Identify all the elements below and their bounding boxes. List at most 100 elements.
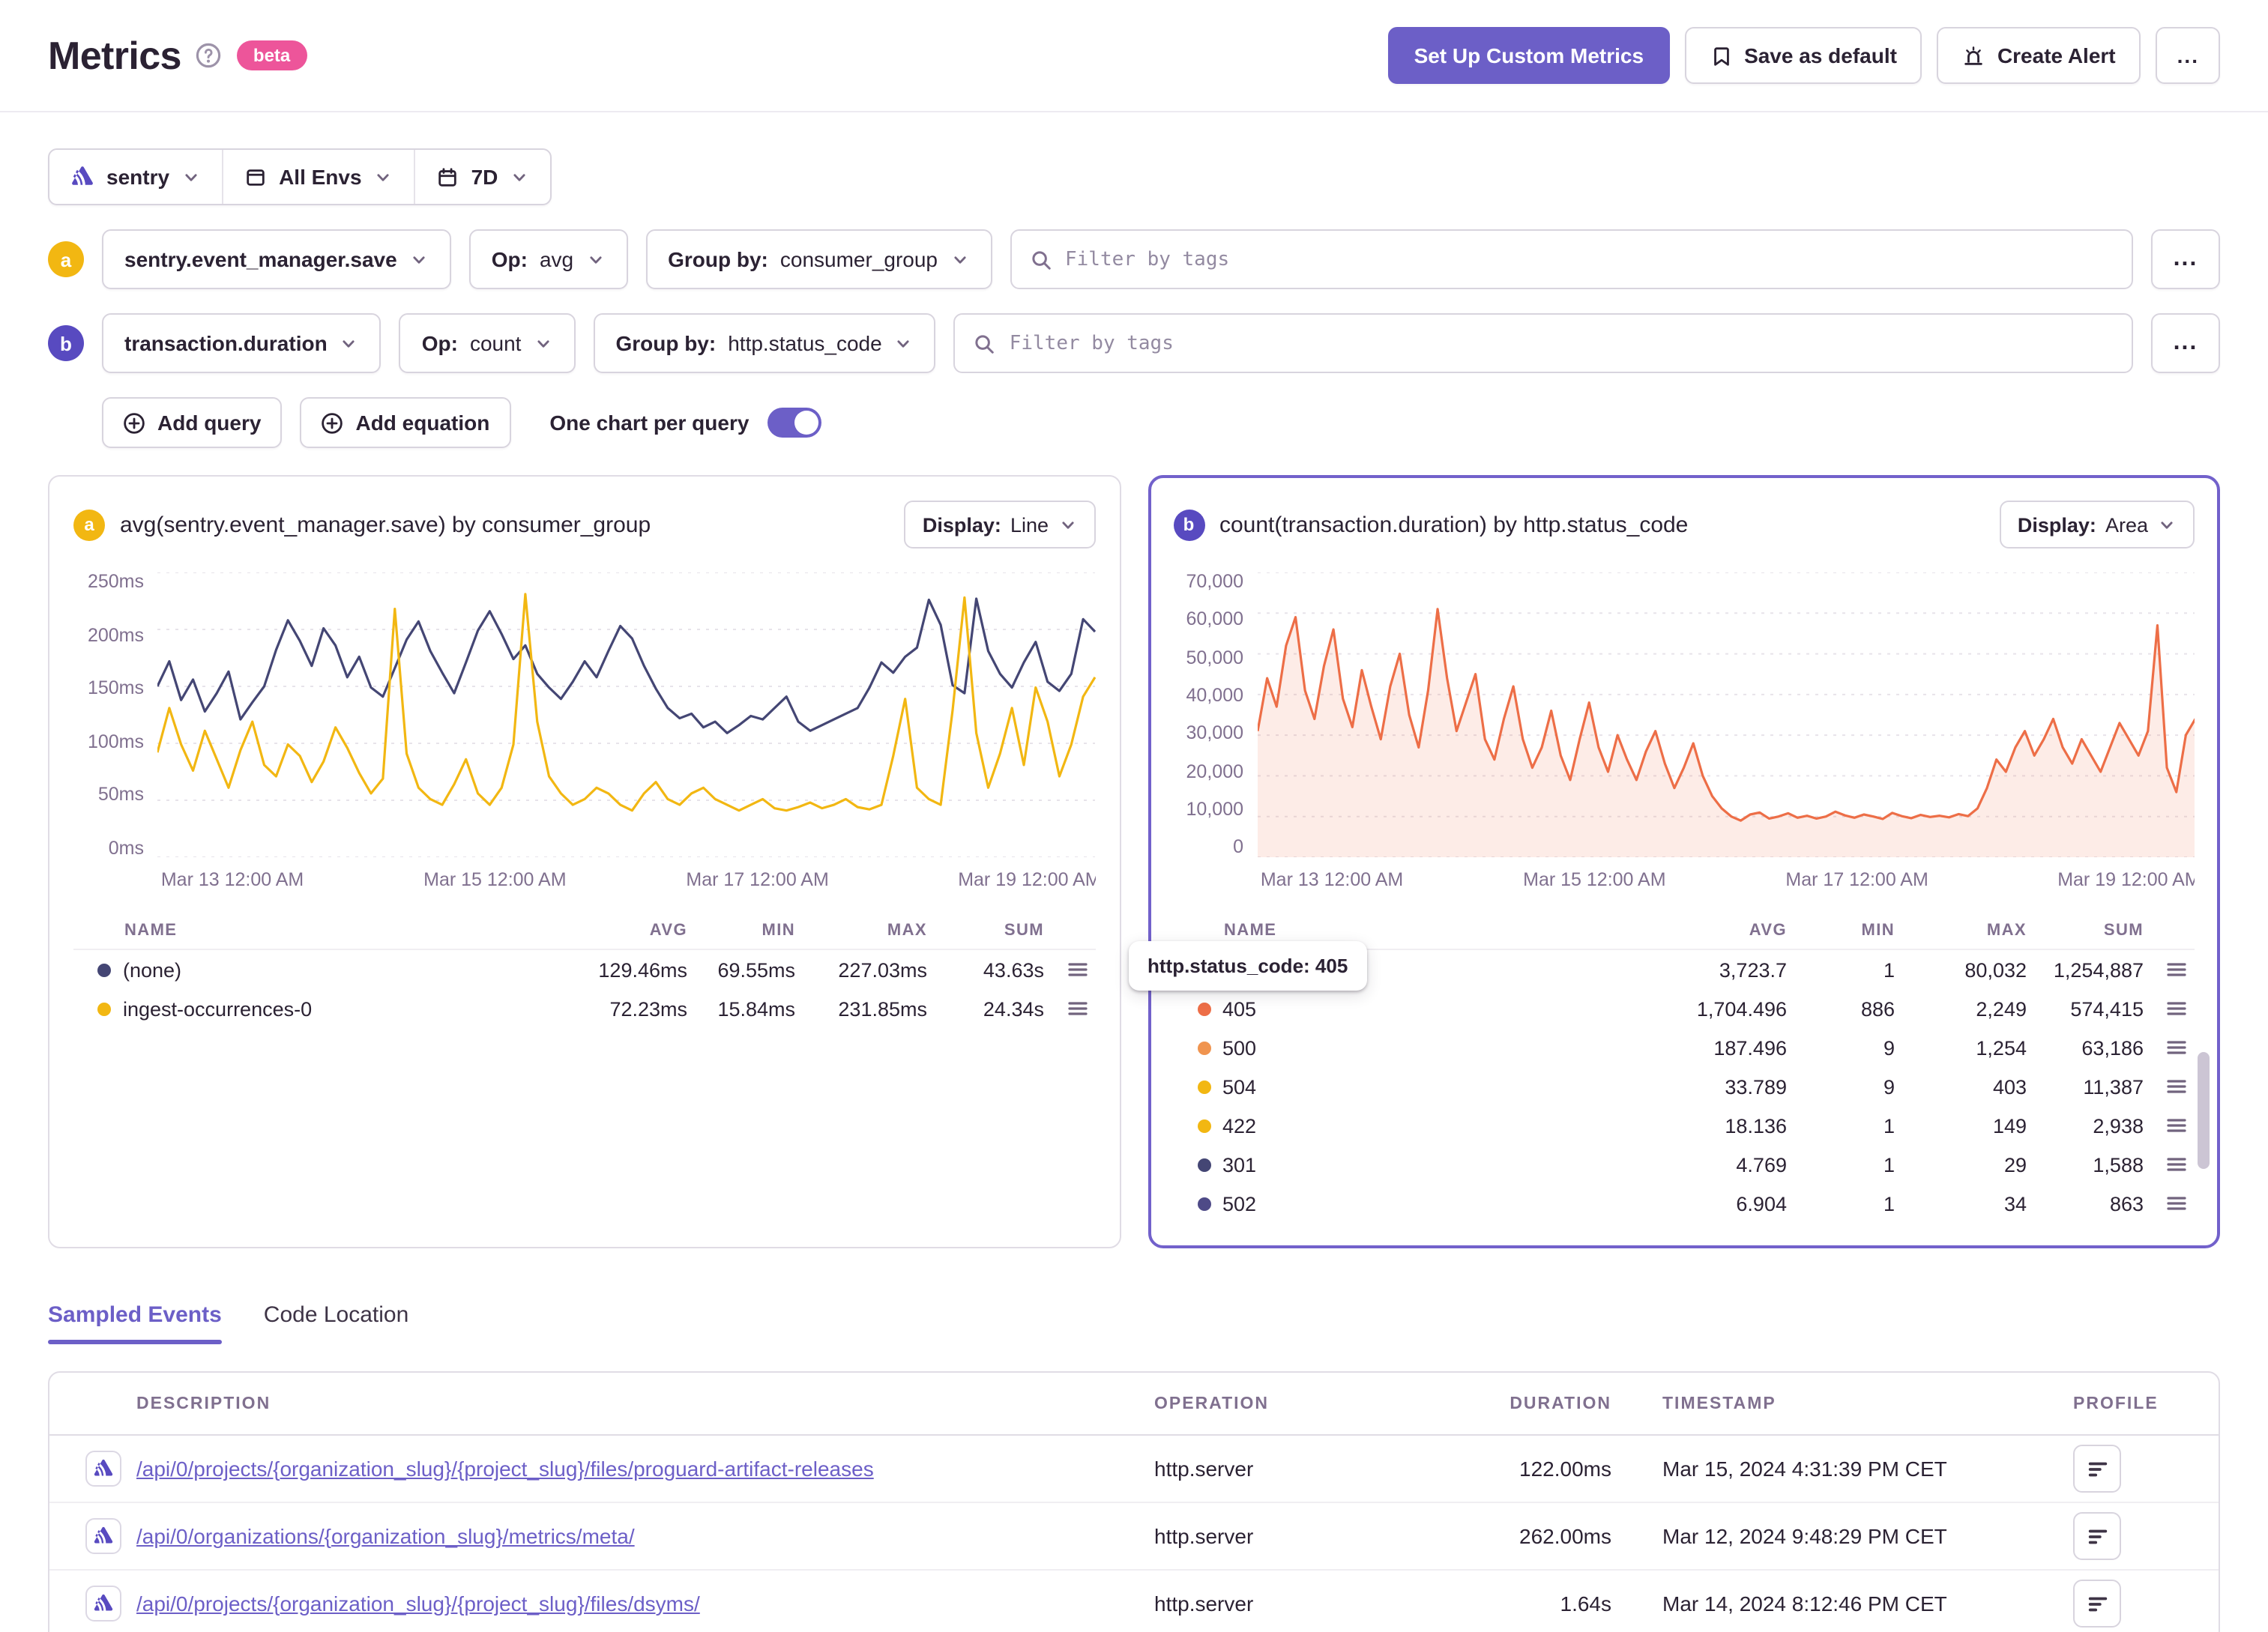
chevron-down-icon xyxy=(374,167,393,187)
row-actions-icon[interactable] xyxy=(1065,997,1089,1021)
table-scrollbar[interactable] xyxy=(2198,1052,2210,1169)
display-type-select[interactable]: Display: Area xyxy=(1999,501,2195,548)
event-description-link[interactable]: /api/0/organizations/{organization_slug}… xyxy=(136,1524,1154,1548)
group-by-select[interactable]: Group by: http.status_code xyxy=(593,313,936,373)
series-color-dot xyxy=(1197,1002,1210,1015)
op-select[interactable]: Op: count xyxy=(399,313,576,373)
chart-panel-b[interactable]: b count(transaction.duration) by http.st… xyxy=(1128,475,2220,1248)
add-query-label: Add query xyxy=(157,411,262,435)
alarm-icon xyxy=(1963,44,1985,67)
sampled-events-table: DESCRIPTION OPERATION DURATION TIMESTAMP… xyxy=(48,1371,2220,1632)
query-row-a: a sentry.event_manager.save Op: avg Grou… xyxy=(48,229,2220,289)
col-sum: SUM xyxy=(1004,921,1044,939)
page-header: Metrics beta Set Up Custom Metrics Save … xyxy=(0,0,2268,112)
one-chart-per-query-label: One chart per query xyxy=(549,411,750,435)
group-by-value: consumer_group xyxy=(779,247,938,271)
query-more-button[interactable]: ... xyxy=(2151,313,2220,373)
chevron-down-icon xyxy=(2157,515,2177,534)
max-value: 80,032 xyxy=(1964,958,2027,981)
summary-row[interactable]: 500 187.496 9 1,254 63,186 xyxy=(1173,1028,2195,1067)
x-axis: Mar 13 12:00 AM Mar 15 12:00 AM Mar 17 12:… xyxy=(157,857,1095,893)
avg-value: 1,704.496 xyxy=(1696,997,1787,1020)
profile-button[interactable] xyxy=(2073,1512,2121,1560)
page-content: sentry All Envs 7D a sentry.event_manage… xyxy=(0,112,2268,1632)
summary-row[interactable]: 301 4.769 1 29 1,588 xyxy=(1173,1145,2195,1184)
one-chart-per-query-toggle[interactable] xyxy=(767,408,821,438)
metric-select[interactable]: transaction.duration xyxy=(102,313,381,373)
profile-button[interactable] xyxy=(2073,1445,2121,1493)
x-axis-tick-label: Mar 17 12:00 AM xyxy=(1785,869,1928,890)
tab-code-location[interactable]: Code Location xyxy=(264,1302,409,1344)
event-timestamp: Mar 14, 2024 8:12:46 PM CET xyxy=(1662,1592,1947,1616)
summary-row[interactable]: 502 6.904 1 34 863 xyxy=(1173,1184,2195,1223)
op-select[interactable]: Op: avg xyxy=(468,229,628,289)
help-icon[interactable] xyxy=(195,42,222,69)
y-axis: 250ms 200ms 150ms 100ms 50ms 0ms xyxy=(73,572,157,857)
add-equation-button[interactable]: Add equation xyxy=(300,397,511,448)
series-name: 405 xyxy=(1222,997,1257,1020)
summary-row[interactable]: 422 18.136 1 149 2,938 xyxy=(1173,1106,2195,1145)
min-value: 1 xyxy=(1883,1114,1895,1137)
group-by-label: Group by: xyxy=(668,247,768,271)
create-alert-button[interactable]: Create Alert xyxy=(1937,27,2141,84)
query-more-button[interactable]: ... xyxy=(2151,229,2220,289)
save-as-default-button[interactable]: Save as default xyxy=(1684,27,1922,84)
sum-value: 63,186 xyxy=(2081,1036,2144,1059)
area-chart[interactable] xyxy=(1257,572,2195,857)
metrics-page: Metrics beta Set Up Custom Metrics Save … xyxy=(0,0,2268,1632)
profile-icon xyxy=(2086,1525,2108,1547)
summary-table-header: NAME AVG MIN MAX SUM xyxy=(73,911,1095,950)
tag-filter-input[interactable] xyxy=(1065,248,2114,271)
series-color-dot xyxy=(1197,1197,1210,1210)
profile-icon xyxy=(2086,1592,2108,1615)
row-actions-icon[interactable] xyxy=(2165,958,2189,982)
series-name: 301 xyxy=(1222,1153,1257,1176)
summary-row[interactable]: (none) 129.46ms 69.55ms 227.03ms 43.63s xyxy=(73,950,1095,989)
x-axis-tick-label: Mar 15 12:00 AM xyxy=(1523,869,1666,890)
col-min: MIN xyxy=(1861,921,1895,939)
area-chart-plot xyxy=(1257,572,2195,857)
setup-custom-metrics-button[interactable]: Set Up Custom Metrics xyxy=(1388,27,1670,84)
tag-filter-input[interactable] xyxy=(1009,332,2114,354)
project-selector[interactable]: sentry xyxy=(49,150,222,204)
event-description-link[interactable]: /api/0/projects/{organization_slug}/{pro… xyxy=(136,1457,1154,1481)
row-actions-icon[interactable] xyxy=(2165,1152,2189,1176)
summary-row[interactable]: ingest-occurrences-0 72.23ms 15.84ms 231… xyxy=(73,989,1095,1028)
row-actions-icon[interactable] xyxy=(1065,958,1089,982)
row-actions-icon[interactable] xyxy=(2165,1113,2189,1137)
header-more-button[interactable]: ... xyxy=(2156,27,2220,84)
group-by-select[interactable]: Group by: consumer_group xyxy=(645,229,992,289)
platform-icon xyxy=(85,1451,121,1487)
platform-icon xyxy=(85,1586,121,1622)
row-actions-icon[interactable] xyxy=(2165,1191,2189,1215)
tag-filter-field xyxy=(1010,229,2133,289)
avg-value: 3,723.7 xyxy=(1719,958,1787,981)
col-min: MIN xyxy=(761,921,795,939)
series-color-dot xyxy=(97,963,111,976)
display-type-select[interactable]: Display: Line xyxy=(904,501,1095,548)
avg-value: 129.46ms xyxy=(598,958,687,981)
events-table-header: DESCRIPTION OPERATION DURATION TIMESTAMP… xyxy=(49,1373,2219,1436)
op-select-value: count xyxy=(469,331,522,355)
line-chart[interactable] xyxy=(157,572,1095,857)
line-chart-plot xyxy=(157,572,1095,857)
y-axis-tick-label: 10,000 xyxy=(1186,799,1243,820)
metric-select[interactable]: sentry.event_manager.save xyxy=(102,229,451,289)
series-color-dot xyxy=(1197,1119,1210,1132)
date-range-selector[interactable]: 7D xyxy=(414,150,551,204)
series-color-dot xyxy=(1197,1041,1210,1054)
summary-row[interactable]: 504 33.789 9 403 11,387 xyxy=(1173,1067,2195,1106)
row-actions-icon[interactable] xyxy=(2165,1036,2189,1060)
add-query-button[interactable]: Add query xyxy=(102,397,283,448)
y-axis-tick-label: 150ms xyxy=(87,677,144,698)
bookmark-icon xyxy=(1710,44,1732,67)
op-select-value: avg xyxy=(539,247,574,271)
summary-row[interactable]: 405 1,704.496 886 2,249 574,415 xyxy=(1173,989,2195,1028)
event-description-link[interactable]: /api/0/projects/{organization_slug}/{pro… xyxy=(136,1592,1154,1616)
row-actions-icon[interactable] xyxy=(2165,1075,2189,1098)
row-actions-icon[interactable] xyxy=(2165,997,2189,1021)
environment-selector[interactable]: All Envs xyxy=(222,150,414,204)
chart-panel-a[interactable]: a avg(sentry.event_manager.save) by cons… xyxy=(48,475,1121,1248)
profile-button[interactable] xyxy=(2073,1580,2121,1628)
tab-sampled-events[interactable]: Sampled Events xyxy=(48,1302,222,1344)
